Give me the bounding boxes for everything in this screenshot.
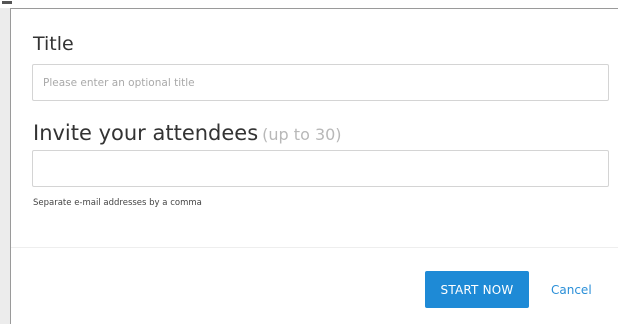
top-bar: [0, 0, 618, 8]
app-frame: Title Invite your attendees(up to 30) Se…: [0, 0, 618, 324]
start-now-button[interactable]: START NOW: [425, 271, 529, 308]
cancel-link[interactable]: Cancel: [551, 283, 592, 297]
footer-divider: [11, 247, 618, 248]
start-meeting-dialog: Title Invite your attendees(up to 30) Se…: [10, 8, 618, 324]
invite-heading-label: Invite your attendees: [33, 121, 259, 145]
attendees-email-input[interactable]: [32, 150, 609, 187]
invite-limit-hint: (up to 30): [262, 125, 342, 144]
topbar-mark: [2, 1, 12, 4]
attendees-helper-text: Separate e-mail addresses by a comma: [33, 198, 202, 208]
title-heading: Title: [33, 33, 74, 55]
invite-heading: Invite your attendees (up to 30): [33, 121, 342, 145]
title-input[interactable]: [32, 64, 609, 101]
